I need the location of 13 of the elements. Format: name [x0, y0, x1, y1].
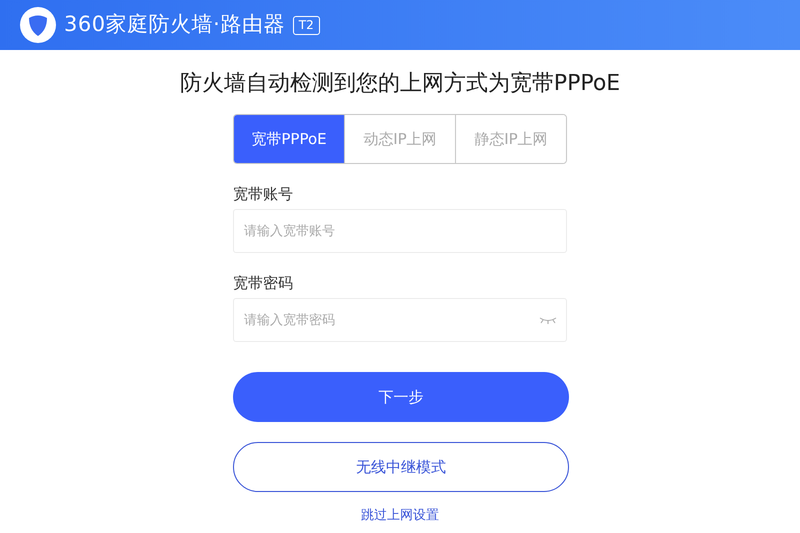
- input-field[interactable]: 请输入宽带密码: [233, 298, 567, 342]
- model-badge: T2: [292, 16, 320, 34]
- skip-link[interactable]: 跳过上网设置: [361, 506, 439, 526]
- logo-icon: [20, 7, 56, 43]
- next-button[interactable]: 下一步: [233, 372, 569, 422]
- page-heading: 防火墙自动检测到您的上网方式为宽带PPPoE: [180, 70, 620, 98]
- field-label: 宽带账号: [233, 185, 293, 203]
- field-label: 宽带密码: [233, 274, 293, 292]
- connection-tab[interactable]: 宽带PPPoE: [234, 115, 344, 163]
- closed-eye-icon[interactable]: [539, 316, 557, 324]
- repeater-mode-button[interactable]: 无线中继模式: [233, 442, 569, 492]
- brand-name: 360家庭防火墙·路由器: [64, 11, 285, 38]
- input-field[interactable]: 请输入宽带账号: [233, 209, 567, 253]
